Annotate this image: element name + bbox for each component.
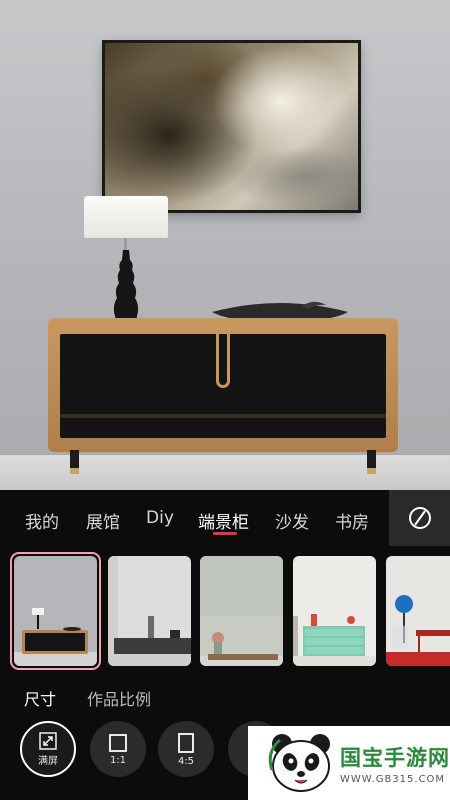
size-4-5-button[interactable]: 4:5 bbox=[158, 721, 214, 777]
artwork-painting bbox=[105, 43, 358, 210]
tab-study[interactable]: 书房 bbox=[335, 508, 369, 533]
clear-scene-button[interactable] bbox=[389, 490, 450, 546]
tab-mine[interactable]: 我的 bbox=[25, 508, 59, 533]
no-image-icon bbox=[408, 507, 431, 529]
section-ratio-label[interactable]: 作品比例 bbox=[87, 686, 151, 710]
tab-diy[interactable]: Diy bbox=[146, 508, 174, 528]
scene-sideboard-image bbox=[108, 556, 191, 666]
expand-icon bbox=[39, 731, 57, 750]
room-preview[interactable] bbox=[0, 0, 450, 490]
size-1-1-label: 1:1 bbox=[109, 754, 127, 766]
scene-thumbnail[interactable] bbox=[14, 556, 97, 666]
tab-console[interactable]: 端景柜 bbox=[198, 508, 249, 533]
tab-sofa[interactable]: 沙发 bbox=[275, 508, 309, 533]
cabinet-leg bbox=[70, 450, 79, 474]
tab-gallery[interactable]: 展馆 bbox=[86, 508, 120, 533]
scene-console-image bbox=[14, 556, 97, 666]
console-cabinet bbox=[48, 318, 398, 452]
cabinet-drawer-line bbox=[60, 414, 386, 418]
panda-logo-icon bbox=[268, 734, 330, 792]
scene-thumbnail[interactable] bbox=[293, 556, 376, 666]
scene-chest-image bbox=[293, 556, 376, 666]
scene-thumbnails bbox=[0, 552, 450, 670]
category-tabs: 我的 展馆 Diy 端景柜 沙发 书房 bbox=[0, 490, 450, 546]
artwork-frame[interactable] bbox=[102, 40, 361, 213]
active-tab-indicator bbox=[213, 532, 237, 535]
size-fullscreen-label: 满屏 bbox=[38, 755, 58, 767]
scene-thumbnail[interactable] bbox=[108, 556, 191, 666]
lamp-base bbox=[113, 250, 139, 324]
lamp-shade bbox=[84, 196, 168, 238]
scene-thumbnail[interactable] bbox=[200, 556, 283, 666]
square-icon bbox=[109, 733, 127, 752]
watermark-title: 国宝手游网 bbox=[340, 745, 450, 770]
floor bbox=[0, 455, 450, 490]
portrait-rect-icon bbox=[178, 732, 194, 753]
size-fullscreen-button[interactable]: 满屏 bbox=[20, 721, 76, 777]
site-watermark: 国宝手游网 WWW.GB315.COM bbox=[248, 726, 450, 800]
scene-bench-image bbox=[200, 556, 283, 666]
size-1-1-button[interactable]: 1:1 bbox=[90, 721, 146, 777]
scene-thumbnail[interactable] bbox=[386, 556, 450, 666]
section-size-label[interactable]: 尺寸 bbox=[24, 686, 56, 710]
watermark-url: WWW.GB315.COM bbox=[340, 773, 446, 785]
cabinet-handle bbox=[216, 332, 230, 388]
cabinet-leg bbox=[367, 450, 376, 474]
size-4-5-label: 4:5 bbox=[177, 755, 195, 767]
scene-chair-image bbox=[386, 556, 450, 666]
